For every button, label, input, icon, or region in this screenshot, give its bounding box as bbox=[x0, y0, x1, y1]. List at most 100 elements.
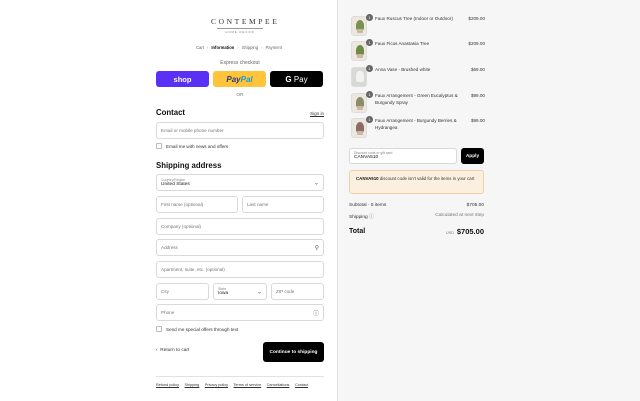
state-value: Iowa bbox=[218, 291, 229, 296]
product-name: Faux Arrangement - Green Eucalyptus & Bu… bbox=[375, 93, 458, 105]
cart-item: 1 Anna Vase - Brushed white $69.00 bbox=[351, 65, 485, 87]
shop-pay-button[interactable]: shop bbox=[156, 71, 209, 87]
product-thumbnail: 1 bbox=[351, 91, 373, 113]
phone-field[interactable]: Phone ⓘ bbox=[156, 304, 324, 321]
shipping-value: Calculated at next step bbox=[435, 213, 484, 218]
help-circle-icon[interactable]: ⓘ bbox=[313, 308, 319, 317]
chevron-down-icon: ⌄ bbox=[313, 180, 319, 186]
discount-code-input[interactable]: Discount code or gift card CANVA510 bbox=[349, 148, 457, 164]
address-placeholder: Address bbox=[161, 245, 178, 250]
continue-to-shipping-button[interactable]: Continue to shipping bbox=[263, 342, 324, 362]
product-name: Faux Ruscus Tree (Indoor or Outdoor) bbox=[375, 16, 453, 21]
city-placeholder: City bbox=[161, 289, 169, 294]
apply-discount-button[interactable]: Apply bbox=[461, 148, 484, 164]
error-code: CANVA510 bbox=[356, 176, 379, 181]
apartment-placeholder: Apartment, suite, etc. (optional) bbox=[161, 267, 225, 272]
chevron-down-icon: ⌄ bbox=[256, 289, 262, 295]
cart-item: 1 Faux Arrangement - Burgundy Berries & … bbox=[351, 116, 485, 138]
cart-item: 1 Faux Ficus Anastasia Tree $209.00 bbox=[351, 39, 485, 61]
breadcrumb-information: Information bbox=[211, 45, 235, 50]
product-price: $209.00 bbox=[468, 16, 485, 21]
breadcrumb: Cart › Information › Shipping › Payment bbox=[196, 45, 282, 50]
contact-heading: Contact bbox=[156, 108, 186, 117]
footer-divider bbox=[156, 376, 324, 377]
breadcrumb-payment: Payment bbox=[265, 45, 283, 50]
city-field[interactable]: City bbox=[156, 283, 209, 300]
shop-pay-label: shop bbox=[173, 74, 192, 84]
pot-image bbox=[357, 29, 363, 33]
email-placeholder: Email or mobile phone number bbox=[161, 128, 224, 133]
footer-link-terms[interactable]: Terms of service bbox=[234, 383, 262, 387]
google-g-icon: G bbox=[285, 74, 292, 84]
product-thumbnail: 1 bbox=[351, 14, 373, 36]
company-field[interactable]: Company (optional) bbox=[156, 218, 324, 235]
footer-links: Refund policy Shipping Privacy policy Terms… bbox=[156, 383, 314, 387]
breadcrumb-cart[interactable]: Cart bbox=[196, 45, 204, 50]
vase-image bbox=[356, 71, 364, 82]
address-field[interactable]: Address ⚲ bbox=[156, 239, 324, 256]
product-thumbnail: 1 bbox=[351, 39, 373, 61]
checkout-form-panel: CONTEMPEE HOME DECOR Cart › Information › Sh… bbox=[0, 0, 337, 401]
google-pay-button[interactable]: G Pay bbox=[270, 71, 323, 87]
footer-link-contact[interactable]: Contact bbox=[295, 383, 308, 387]
zip-placeholder: ZIP code bbox=[276, 289, 295, 294]
total-value: $705.00 bbox=[456, 227, 484, 236]
return-to-cart-link[interactable]: ‹ Return to cart bbox=[156, 348, 189, 353]
product-thumbnail: 1 bbox=[351, 116, 373, 138]
subtotal-row: Subtotal · 5 items $705.00 bbox=[349, 203, 484, 208]
shipping-label: Shipping bbox=[349, 215, 368, 220]
currency-code: USD bbox=[445, 231, 454, 235]
footer-link-shipping[interactable]: Shipping bbox=[185, 383, 200, 387]
return-to-cart-label: Return to cart bbox=[160, 348, 190, 353]
discount-value: CANVA510 bbox=[354, 155, 379, 160]
last-name-field[interactable]: Last name bbox=[242, 196, 324, 213]
email-field[interactable]: Email or mobile phone number bbox=[156, 122, 324, 139]
pot-image bbox=[357, 54, 363, 58]
state-select[interactable]: State Iowa ⌄ bbox=[213, 283, 267, 300]
quantity-badge: 1 bbox=[366, 91, 373, 98]
product-thumbnail: 1 bbox=[351, 65, 373, 87]
chevron-right-icon: › bbox=[261, 45, 263, 50]
or-divider: OR bbox=[236, 93, 244, 98]
express-checkout-title: Express checkout bbox=[220, 60, 260, 66]
discount-error-alert: CANVA510 discount code isn't valid for t… bbox=[349, 170, 484, 194]
country-select[interactable]: Country/Region United States ⌄ bbox=[156, 174, 324, 191]
breadcrumb-shipping: Shipping bbox=[241, 45, 259, 50]
footer-link-cancellations[interactable]: Cancellations bbox=[267, 383, 290, 387]
pot-image bbox=[357, 106, 363, 110]
company-placeholder: Company (optional) bbox=[161, 224, 202, 229]
product-price: $69.00 bbox=[470, 67, 485, 72]
first-name-field[interactable]: First name (optional) bbox=[156, 196, 238, 213]
sign-in-link[interactable]: Sign in bbox=[310, 111, 324, 116]
paypal-label-pal: Pal bbox=[240, 74, 253, 84]
footer-link-privacy[interactable]: Privacy policy bbox=[205, 383, 228, 387]
google-pay-label: Pay bbox=[293, 74, 308, 84]
apartment-field[interactable]: Apartment, suite, etc. (optional) bbox=[156, 261, 324, 278]
phone-placeholder: Phone bbox=[161, 310, 175, 315]
product-name: Faux Ficus Anastasia Tree bbox=[375, 41, 430, 46]
brand-name: CONTEMPEE bbox=[211, 17, 280, 26]
footer-link-refund[interactable]: Refund policy bbox=[156, 383, 179, 387]
pot-image bbox=[357, 131, 363, 135]
sms-offers-label: Send me special offers through text bbox=[166, 327, 239, 332]
paypal-label-pay: Pay bbox=[226, 74, 241, 84]
cart-item: 1 Faux Arrangement - Green Eucalyptus & … bbox=[351, 91, 485, 113]
brand-logo[interactable]: CONTEMPEE HOME DECOR bbox=[211, 17, 280, 34]
sms-offers-checkbox[interactable] bbox=[156, 326, 162, 332]
paypal-button[interactable]: Pay Pal bbox=[213, 71, 266, 87]
zip-field[interactable]: ZIP code bbox=[271, 283, 324, 300]
country-value: United States bbox=[161, 182, 190, 187]
shipping-row: Shipping ⓘ Calculated at next step bbox=[349, 213, 484, 220]
total-row: Total USD $705.00 bbox=[349, 227, 484, 236]
shipping-address-heading: Shipping address bbox=[156, 161, 222, 170]
help-circle-icon[interactable]: ⓘ bbox=[369, 214, 374, 220]
brand-tagline: HOME DECOR bbox=[225, 29, 255, 34]
newsletter-label: Email me with news and offers bbox=[166, 144, 229, 149]
continue-label: Continue to shipping bbox=[269, 349, 318, 355]
product-price: $99.00 bbox=[470, 118, 485, 123]
quantity-badge: 1 bbox=[366, 14, 373, 21]
subtotal-value: $705.00 bbox=[466, 203, 484, 208]
first-name-placeholder: First name (optional) bbox=[161, 202, 204, 207]
total-label: Total bbox=[349, 228, 366, 235]
newsletter-checkbox[interactable] bbox=[156, 143, 162, 149]
